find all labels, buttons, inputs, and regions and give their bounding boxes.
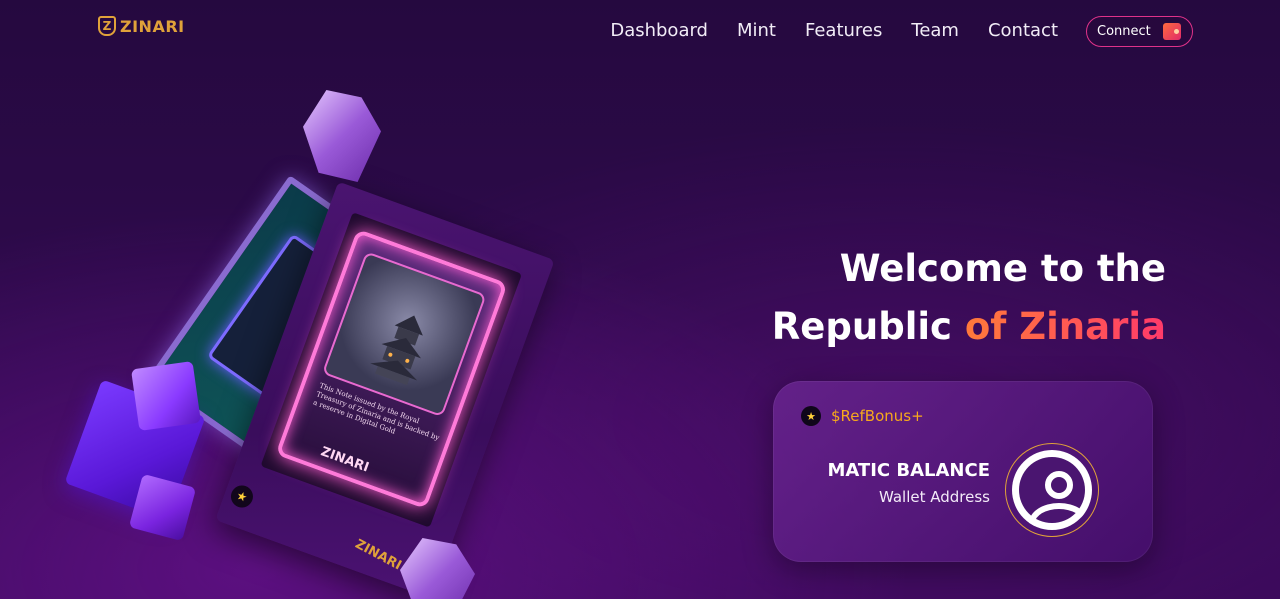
nav-link-features[interactable]: Features — [805, 20, 882, 41]
wallet-icon — [1162, 23, 1181, 40]
nav-link-dashboard[interactable]: Dashboard — [610, 20, 708, 41]
ref-bonus-label: $RefBonus+ — [831, 407, 924, 425]
nav-link-mint[interactable]: Mint — [737, 20, 776, 41]
hero-title-line2: Republic of Zinaria — [772, 298, 1166, 356]
avatar[interactable] — [1005, 443, 1099, 537]
star-icon: ★ — [801, 406, 821, 426]
logo-text: ZINARI — [120, 16, 185, 36]
cube-decoration — [130, 360, 202, 432]
gem-decoration — [303, 90, 381, 182]
hero-title-accent: of Zinaria — [964, 305, 1166, 348]
connect-button[interactable]: Connect — [1086, 16, 1193, 47]
logo[interactable]: Z ZINARI — [98, 16, 185, 36]
hero-illustration: This Note issued by the Royal Treasury o… — [0, 60, 600, 599]
hero-title: Welcome to the Republic of Zinaria — [772, 240, 1166, 356]
star-icon: ★ — [227, 482, 257, 511]
avatar-background — [1019, 457, 1089, 530]
logo-mark-icon: Z — [98, 16, 116, 36]
nft-card-brand: ZINARI — [352, 536, 404, 574]
balance-card: ★ $RefBonus+ MATIC BALANCE Wallet Addres… — [773, 381, 1153, 562]
matic-balance-label: MATIC BALANCE — [827, 460, 990, 481]
hero-title-plain: Republic — [771, 305, 965, 348]
nft-card-glow-border: This Note issued by the Royal Treasury o… — [275, 228, 508, 510]
nft-card-logo: ZINARI — [318, 444, 371, 476]
nav-link-contact[interactable]: Contact — [988, 20, 1058, 41]
connect-button-label: Connect — [1097, 24, 1151, 39]
nav-link-team[interactable]: Team — [911, 20, 959, 41]
top-nav: Z ZINARI Dashboard Mint Features Team Co… — [0, 0, 1280, 62]
ref-bonus[interactable]: ★ $RefBonus+ — [801, 406, 924, 426]
avatar-head — [1045, 471, 1073, 499]
avatar-body — [1029, 503, 1089, 530]
hero-title-line1: Welcome to the — [839, 247, 1166, 290]
wallet-address-label: Wallet Address — [878, 488, 990, 506]
pagoda-icon — [370, 315, 423, 386]
user-avatar-icon — [1012, 450, 1092, 530]
nav-links: Dashboard Mint Features Team Contact — [610, 20, 1058, 41]
